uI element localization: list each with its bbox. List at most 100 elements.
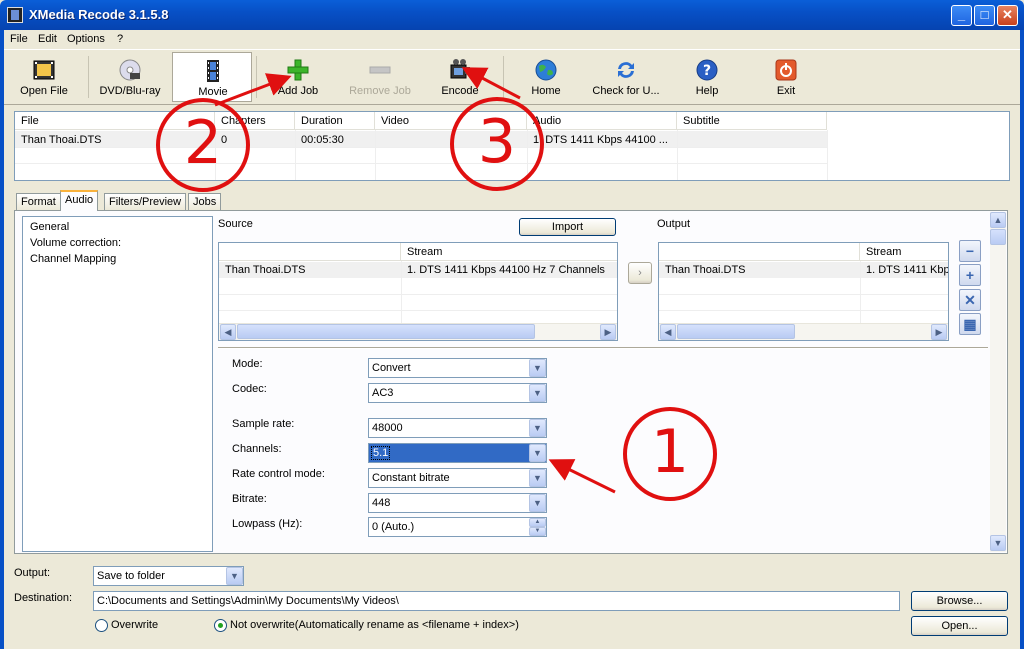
- toolbar: Open File DVD/Blu-ray Movie Add Job Remo…: [4, 49, 1020, 105]
- chevron-down-icon[interactable]: ▼: [226, 567, 243, 585]
- close-button[interactable]: ✕: [997, 5, 1018, 26]
- scroll-right-icon[interactable]: ▶: [931, 324, 947, 340]
- check-updates-button[interactable]: Check for U...: [586, 52, 666, 102]
- import-button[interactable]: Import: [519, 218, 616, 236]
- tab-format[interactable]: Format: [16, 193, 61, 210]
- remove-stream-button[interactable]: −: [959, 240, 981, 262]
- destination-field[interactable]: C:\Documents and Settings\Admin\My Docum…: [93, 591, 900, 611]
- spin-down-icon[interactable]: ▼: [529, 527, 546, 536]
- chevron-down-icon[interactable]: ▼: [529, 494, 546, 512]
- toolbar-separator: [88, 56, 89, 98]
- home-label: Home: [531, 85, 561, 97]
- cell-file: Than Thoai.DTS: [21, 134, 102, 146]
- scroll-down-icon[interactable]: ▼: [990, 535, 1006, 551]
- column-header-audio[interactable]: Audio: [527, 112, 677, 130]
- rate-control-select[interactable]: Constant bitrate ▼: [368, 468, 547, 488]
- source-horizontal-scrollbar[interactable]: ◀ ▶: [219, 323, 617, 340]
- source-stream-table[interactable]: Stream Than Thoai.DTS 1. DTS 1411 Kbps 4…: [218, 242, 618, 341]
- tab-jobs[interactable]: Jobs: [188, 193, 222, 210]
- spinner-buttons[interactable]: ▲ ▼: [529, 518, 546, 536]
- menu-help[interactable]: ?: [117, 33, 123, 45]
- add-job-label: Add Job: [277, 85, 319, 97]
- column-gridline: [527, 130, 528, 180]
- close-icon: ✕: [964, 292, 976, 308]
- exit-label: Exit: [776, 85, 796, 97]
- tab-filters-preview[interactable]: Filters/Preview: [104, 193, 187, 210]
- scroll-right-icon[interactable]: ▶: [600, 324, 616, 340]
- column-header-subtitle[interactable]: Subtitle: [677, 112, 827, 130]
- column-gridline: [215, 130, 216, 180]
- help-button[interactable]: ? Help: [667, 52, 747, 102]
- exit-button[interactable]: Exit: [746, 52, 826, 102]
- mode-select[interactable]: Convert ▼: [368, 358, 547, 378]
- output-column-header-name[interactable]: [659, 243, 860, 261]
- chevron-down-icon[interactable]: ▼: [529, 419, 546, 437]
- source-column-header-stream[interactable]: Stream: [401, 243, 617, 261]
- scrollbar-thumb[interactable]: [677, 324, 795, 339]
- output-label: Output: [657, 218, 691, 230]
- tab-audio[interactable]: Audio: [60, 190, 99, 211]
- scrollbar-thumb[interactable]: [237, 324, 535, 339]
- bitrate-select[interactable]: 448 ▼: [368, 493, 547, 513]
- scroll-left-icon[interactable]: ◀: [220, 324, 236, 340]
- table-row[interactable]: Than Thoai.DTS 0 00:05:30 1. DTS 1411 Kb…: [15, 131, 827, 147]
- movie-button[interactable]: Movie: [172, 52, 252, 102]
- output-stream-table[interactable]: Stream Than Thoai.DTS 1. DTS 1411 Kbps ◀…: [658, 242, 949, 341]
- browse-button[interactable]: Browse...: [911, 591, 1008, 611]
- open-button[interactable]: Open...: [911, 616, 1008, 636]
- movie-icon: [207, 60, 219, 82]
- panel-vertical-scrollbar[interactable]: ▲ ▼: [990, 212, 1006, 552]
- exit-icon: [775, 59, 797, 81]
- chevron-down-icon[interactable]: ▼: [529, 469, 546, 487]
- source-cell-file: Than Thoai.DTS: [225, 264, 306, 276]
- add-job-button[interactable]: Add Job: [258, 52, 338, 102]
- minimize-button[interactable]: _: [951, 5, 972, 26]
- delete-stream-button[interactable]: ✕: [959, 289, 981, 311]
- scroll-left-icon[interactable]: ◀: [660, 324, 676, 340]
- lowpass-spinner[interactable]: 0 (Auto.) ▲ ▼: [368, 517, 547, 537]
- nav-item-volume-correction[interactable]: Volume correction:: [30, 237, 121, 249]
- job-list[interactable]: File Chapters Duration Video Audio Subti…: [14, 111, 1010, 181]
- transfer-stream-button[interactable]: ›: [628, 262, 652, 284]
- add-stream-button[interactable]: +: [959, 264, 981, 286]
- not-overwrite-radio[interactable]: [214, 619, 227, 632]
- channels-select[interactable]: 5.1 ▼: [368, 443, 547, 463]
- cell-duration: 00:05:30: [301, 134, 344, 146]
- column-gridline: [860, 261, 861, 325]
- open-file-button[interactable]: Open File: [4, 52, 84, 102]
- menu-file[interactable]: File: [10, 33, 28, 45]
- dvd-bluray-button[interactable]: DVD/Blu-ray: [90, 52, 170, 102]
- stream-properties-button[interactable]: ▦: [959, 313, 981, 335]
- overwrite-label: Overwrite: [111, 619, 159, 631]
- scrollbar-thumb[interactable]: [990, 229, 1006, 245]
- chevron-down-icon[interactable]: ▼: [529, 444, 546, 462]
- home-button[interactable]: Home: [506, 52, 586, 102]
- output-horizontal-scrollbar[interactable]: ◀ ▶: [659, 323, 948, 340]
- column-header-file[interactable]: File: [15, 112, 215, 130]
- minus-icon: −: [965, 243, 975, 259]
- encode-button[interactable]: Encode: [420, 52, 500, 102]
- overwrite-radio[interactable]: [95, 619, 108, 632]
- nav-item-channel-mapping[interactable]: Channel Mapping: [30, 253, 116, 265]
- source-column-header-name[interactable]: [219, 243, 401, 261]
- remove-job-button[interactable]: Remove Job: [340, 52, 420, 102]
- column-gridline: [677, 130, 678, 180]
- column-header-video[interactable]: Video: [375, 112, 527, 130]
- menu-edit[interactable]: Edit: [38, 33, 57, 45]
- sample-rate-select[interactable]: 48000 ▼: [368, 418, 547, 438]
- column-header-chapters[interactable]: Chapters: [215, 112, 295, 130]
- row-gridline: [219, 294, 617, 295]
- maximize-button[interactable]: □: [974, 5, 995, 26]
- add-job-icon: [287, 59, 309, 81]
- nav-item-general[interactable]: General: [30, 221, 69, 233]
- codec-select[interactable]: AC3 ▼: [368, 383, 547, 403]
- output-mode-select[interactable]: Save to folder ▼: [93, 566, 244, 586]
- chevron-down-icon[interactable]: ▼: [529, 359, 546, 377]
- encode-label: Encode: [441, 85, 479, 97]
- scroll-up-icon[interactable]: ▲: [990, 212, 1006, 228]
- chevron-down-icon[interactable]: ▼: [529, 384, 546, 402]
- output-column-header-stream[interactable]: Stream: [860, 243, 948, 261]
- column-header-duration[interactable]: Duration: [295, 112, 375, 130]
- spin-up-icon[interactable]: ▲: [529, 518, 546, 527]
- menu-options[interactable]: Options: [67, 33, 105, 45]
